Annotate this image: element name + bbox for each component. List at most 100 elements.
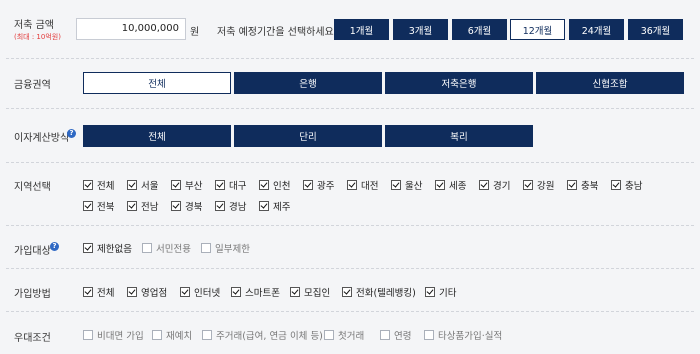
checkbox-checked-icon <box>83 287 93 297</box>
checkbox-checked-icon <box>523 180 533 190</box>
region-checkbox-seoul[interactable]: 서울 <box>127 178 158 192</box>
checkbox-unchecked-icon <box>142 243 152 253</box>
region-checkbox-all[interactable]: 전체 <box>83 178 114 192</box>
checkbox-label: 경기 <box>493 181 511 192</box>
checkbox-label: 주거래(급여, 연금 이체 등) <box>216 331 323 342</box>
checkbox-checked-icon <box>127 180 137 190</box>
interest-button-all[interactable]: 전체 <box>83 125 231 147</box>
checkbox-checked-icon <box>231 287 241 297</box>
checkbox-checked-icon <box>215 201 225 211</box>
region-checkbox-gangwon[interactable]: 강원 <box>523 178 554 192</box>
target-label: 가입대상 <box>14 246 51 257</box>
checkbox-unchecked-icon <box>152 330 162 340</box>
region-label: 지역선택 <box>14 182 51 193</box>
checkbox-label: 스마트폰 <box>245 288 280 299</box>
region-checkbox-gyeongnam[interactable]: 경남 <box>215 199 246 213</box>
divider <box>6 311 694 312</box>
period-button-12m-selected[interactable]: 12개월 <box>510 19 565 40</box>
period-button-6m[interactable]: 6개월 <box>452 19 507 40</box>
pref-checkbox-redeposit[interactable]: 재예치 <box>152 328 192 342</box>
region-checkbox-jeonbuk[interactable]: 전북 <box>83 199 114 213</box>
pref-checkbox-main-transaction[interactable]: 주거래(급여, 연금 이체 등) <box>202 328 323 342</box>
checkbox-unchecked-icon <box>202 330 212 340</box>
checkbox-label: 제주 <box>273 202 291 213</box>
region-checkbox-sejong[interactable]: 세종 <box>435 178 466 192</box>
checkbox-label: 기타 <box>439 288 457 299</box>
checkbox-label: 울산 <box>405 181 423 192</box>
region-checkbox-gyeonggi[interactable]: 경기 <box>479 178 510 192</box>
sector-label: 금융권역 <box>14 80 51 91</box>
target-checkbox-partial[interactable]: 일부제한 <box>201 241 250 255</box>
divider <box>6 108 694 109</box>
method-checkbox-internet[interactable]: 인터넷 <box>180 285 220 299</box>
region-checkbox-gwangju[interactable]: 광주 <box>303 178 334 192</box>
divider <box>6 58 694 59</box>
target-checkbox-unrestricted[interactable]: 제한없음 <box>83 241 132 255</box>
pref-checkbox-first-transaction[interactable]: 첫거래 <box>324 328 364 342</box>
region-checkbox-ulsan[interactable]: 울산 <box>391 178 422 192</box>
period-button-1m[interactable]: 1개월 <box>334 19 389 40</box>
checkbox-label: 비대면 가입 <box>97 331 144 342</box>
checkbox-label: 타상품가입·실적 <box>438 331 503 342</box>
region-checkbox-jeonnam[interactable]: 전남 <box>127 199 158 213</box>
region-checkbox-chungnam[interactable]: 충남 <box>611 178 642 192</box>
target-checkbox-low-income[interactable]: 서민전용 <box>142 241 191 255</box>
checkbox-checked-icon <box>347 180 357 190</box>
method-checkbox-agent[interactable]: 모집인 <box>290 285 330 299</box>
checkbox-checked-icon <box>435 180 445 190</box>
period-button-24m[interactable]: 24개월 <box>569 19 624 40</box>
checkbox-label: 세종 <box>449 181 467 192</box>
sector-button-credit-union[interactable]: 신협조합 <box>536 72 684 94</box>
checkbox-unchecked-icon <box>424 330 434 340</box>
region-checkbox-daegu[interactable]: 대구 <box>215 178 246 192</box>
sector-button-bank[interactable]: 은행 <box>234 72 382 94</box>
method-checkbox-branch[interactable]: 영업점 <box>127 285 167 299</box>
checkbox-checked-icon <box>180 287 190 297</box>
interest-label: 이자계산방식 <box>14 133 70 144</box>
checkbox-checked-icon <box>567 180 577 190</box>
interest-button-compound[interactable]: 복리 <box>385 125 533 147</box>
method-checkbox-phone-banking[interactable]: 전화(텔레뱅킹) <box>342 285 416 299</box>
sector-button-savings-bank[interactable]: 저축은행 <box>385 72 533 94</box>
checkbox-label: 충남 <box>625 181 643 192</box>
sector-button-all-selected[interactable]: 전체 <box>83 72 231 94</box>
divider <box>6 162 694 163</box>
pref-checkbox-age[interactable]: 연령 <box>380 328 411 342</box>
checkbox-checked-icon <box>127 201 137 211</box>
region-checkbox-gyeongbuk[interactable]: 경북 <box>171 199 202 213</box>
question-icon[interactable]: ? <box>50 242 59 251</box>
checkbox-checked-icon <box>259 201 269 211</box>
pref-checkbox-other-product[interactable]: 타상품가입·실적 <box>424 328 502 342</box>
period-label: 저축 예정기간을 선택하세요 <box>217 27 334 38</box>
region-checkbox-jeju[interactable]: 제주 <box>259 199 290 213</box>
checkbox-label: 서민전용 <box>156 244 191 255</box>
period-button-36m[interactable]: 36개월 <box>628 19 683 40</box>
question-icon[interactable]: ? <box>67 129 76 138</box>
amount-label: 저축 금액 <box>14 20 54 31</box>
checkbox-checked-icon <box>83 180 93 190</box>
checkbox-label: 모집인 <box>304 288 331 299</box>
checkbox-label: 전체 <box>97 181 115 192</box>
region-checkbox-chungbuk[interactable]: 충북 <box>567 178 598 192</box>
checkbox-checked-icon <box>171 180 181 190</box>
checkbox-label: 일부제한 <box>215 244 250 255</box>
method-checkbox-all[interactable]: 전체 <box>83 285 114 299</box>
pref-label: 우대조건 <box>14 333 51 344</box>
region-checkbox-daejeon[interactable]: 대전 <box>347 178 378 192</box>
divider <box>6 225 694 226</box>
checkbox-checked-icon <box>391 180 401 190</box>
checkbox-label: 영업점 <box>141 288 168 299</box>
interest-button-simple[interactable]: 단리 <box>234 125 382 147</box>
amount-input[interactable]: 10,000,000 <box>76 18 186 40</box>
region-checkbox-incheon[interactable]: 인천 <box>259 178 290 192</box>
method-checkbox-smartphone[interactable]: 스마트폰 <box>231 285 280 299</box>
checkbox-label: 대전 <box>361 181 379 192</box>
period-button-3m[interactable]: 3개월 <box>393 19 448 40</box>
pref-checkbox-non-face-to-face[interactable]: 비대면 가입 <box>83 328 144 342</box>
divider <box>6 268 694 269</box>
checkbox-label: 충북 <box>581 181 599 192</box>
checkbox-label: 인터넷 <box>194 288 221 299</box>
method-checkbox-other[interactable]: 기타 <box>425 285 456 299</box>
region-checkbox-busan[interactable]: 부산 <box>171 178 202 192</box>
method-label: 가입방법 <box>14 289 51 300</box>
